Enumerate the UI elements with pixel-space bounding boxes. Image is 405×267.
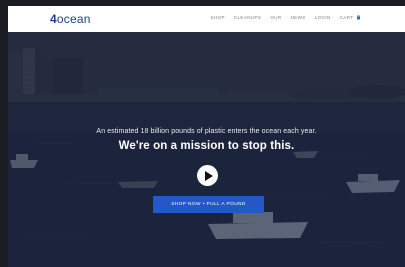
play-video-button[interactable] <box>197 165 218 186</box>
hero-section: An estimated 18 billion pounds of plasti… <box>8 32 405 267</box>
main-nav: SHOP CLEANUPS OUR NEWS LOGIN CART <box>211 15 362 20</box>
nav-item-our[interactable]: OUR <box>270 15 281 20</box>
hero-stat-text: An estimated 18 billion pounds of plasti… <box>96 128 317 135</box>
nav-item-cart[interactable]: CART <box>340 15 361 20</box>
play-icon <box>204 170 213 181</box>
page-frame: 4 ocean SHOP CLEANUPS OUR NEWS LOGIN CAR… <box>8 6 405 267</box>
logo-word: ocean <box>56 12 91 26</box>
site-header: 4 ocean SHOP CLEANUPS OUR NEWS LOGIN CAR… <box>8 6 405 32</box>
logo-number: 4 <box>50 12 57 26</box>
nav-item-news[interactable]: NEWS <box>291 15 306 20</box>
nav-item-cleanups[interactable]: CLEANUPS <box>234 15 261 20</box>
nav-item-cart-label: CART <box>339 15 354 20</box>
hero-headline: We're on a mission to stop this. <box>118 140 295 152</box>
shop-now-button[interactable]: SHOP NOW • PULL A POUND <box>153 196 264 213</box>
nav-item-shop[interactable]: SHOP <box>211 15 225 20</box>
site-logo[interactable]: 4 ocean <box>50 12 91 26</box>
nav-item-login[interactable]: LOGIN <box>315 15 331 20</box>
bag-icon <box>357 15 360 20</box>
